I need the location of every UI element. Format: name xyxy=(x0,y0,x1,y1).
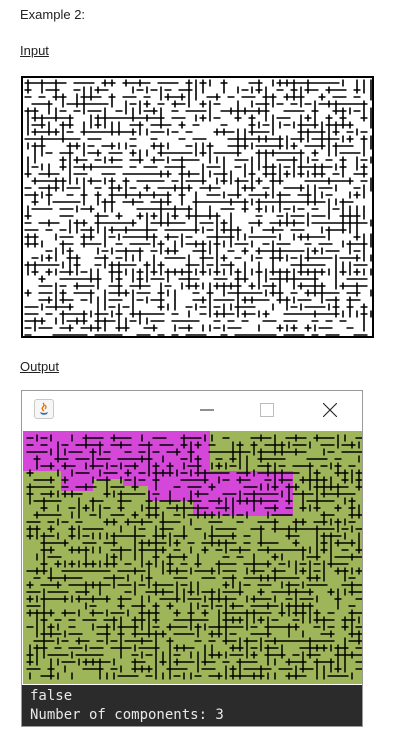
maximize-button[interactable] xyxy=(244,395,290,425)
console-line-result: false xyxy=(30,688,73,704)
java-app-window: false Number of components: 3 xyxy=(21,390,363,727)
minimize-button[interactable] xyxy=(184,395,230,425)
minimize-icon xyxy=(200,409,214,411)
input-label: Input xyxy=(20,43,49,58)
input-maze-image xyxy=(21,76,374,338)
close-button[interactable] xyxy=(307,395,353,425)
example-heading: Example 2: xyxy=(20,7,86,22)
close-icon xyxy=(323,403,337,417)
output-label: Output xyxy=(20,359,60,374)
window-titlebar[interactable] xyxy=(22,391,362,430)
output-maze-canvas xyxy=(23,431,362,684)
java-icon xyxy=(34,399,54,419)
console-output: false Number of components: 3 xyxy=(22,685,362,726)
maximize-icon xyxy=(260,403,274,417)
console-line-components: Number of components: 3 xyxy=(30,707,224,723)
